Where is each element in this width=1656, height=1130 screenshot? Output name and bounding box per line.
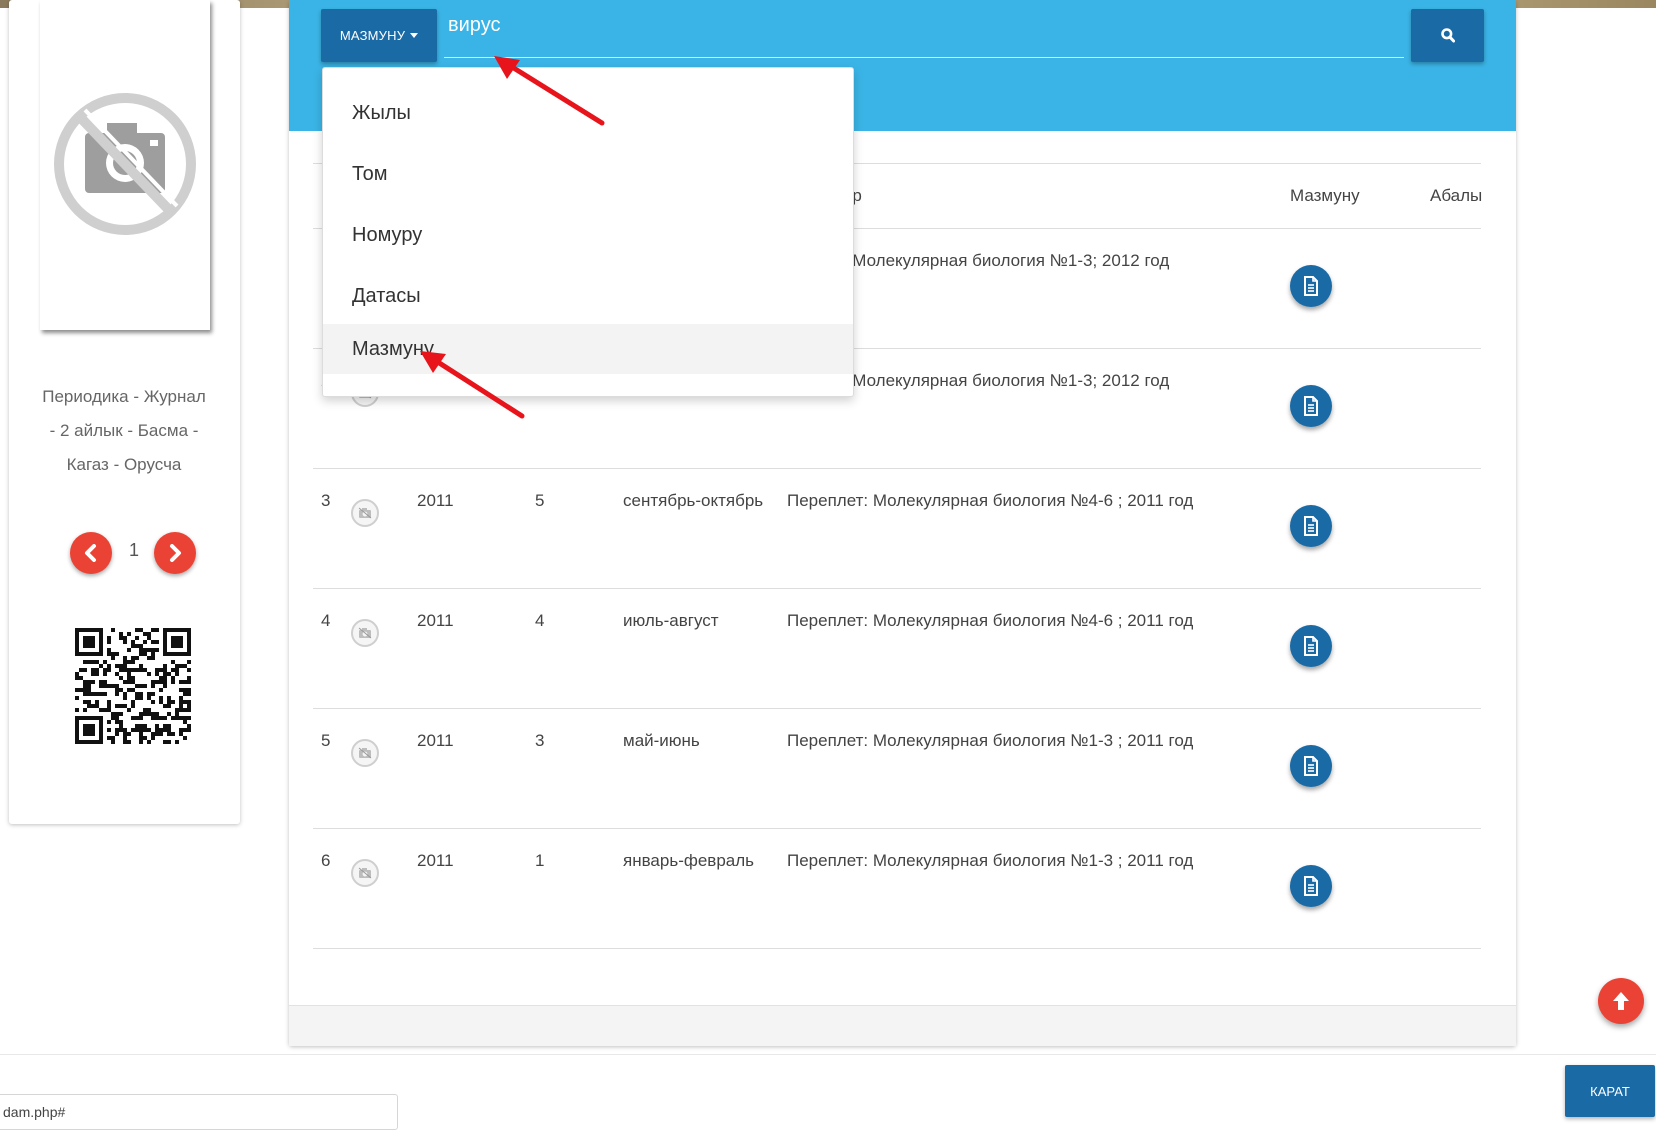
row-number: 3: [321, 491, 331, 510]
view-content-button[interactable]: [1290, 265, 1332, 307]
row-details: Переплет: Молекулярная биология №4-6 ; 2…: [787, 611, 1194, 630]
table-row: 4 2011 4 июль-август Переплет: Молекулярная …: [313, 589, 1481, 709]
header-content: Мазмуну: [1290, 186, 1360, 205]
qr-code-icon: [75, 628, 191, 749]
search-field-dropdown-button[interactable]: МАЗМУНУ: [321, 9, 437, 62]
row-year: 2011: [417, 851, 454, 870]
url-field[interactable]: dam.php#: [0, 1094, 398, 1130]
row-details: т: Молекулярная биология №1-3; 2012 год: [835, 251, 1170, 270]
menu-item-date[interactable]: Датасы: [323, 271, 853, 321]
no-image-icon: [351, 619, 379, 647]
row-date: май-июнь: [623, 731, 700, 750]
no-camera-icon: [54, 93, 196, 235]
row-date: сентябрь-октябрь: [623, 491, 764, 510]
row-year: 2011: [417, 731, 454, 750]
prev-page-button[interactable]: [70, 532, 112, 574]
chevron-right-icon: [170, 544, 181, 562]
header-status: Абалы: [1430, 186, 1483, 205]
item-cover: [40, 0, 210, 330]
menu-item-volume[interactable]: Том: [323, 149, 853, 199]
document-icon: [1304, 516, 1318, 536]
arrow-up-icon: [1613, 992, 1629, 1010]
caret-down-icon: [410, 32, 419, 38]
no-image-icon: [351, 499, 379, 527]
row-issue-number: 5: [535, 491, 545, 510]
row-details: Переплет: Молекулярная биология №1-3 ; 2…: [787, 851, 1194, 870]
item-description: Периодика - Журнал - 2 айлык - Басма - К…: [42, 387, 206, 474]
row-date: январь-февраль: [623, 851, 755, 870]
search-button[interactable]: [1411, 9, 1484, 62]
annotation-arrow-search: [494, 56, 605, 126]
row-details: т: Молекулярная биология №1-3; 2012 год: [835, 371, 1170, 390]
search-input[interactable]: [444, 8, 1404, 58]
pager: 1: [62, 532, 196, 576]
row-issue-number: 3: [535, 731, 545, 750]
table-row: 5 2011 3 май-июнь Переплет: Молекулярная био…: [313, 709, 1481, 829]
no-image-icon: [351, 739, 379, 767]
table-row: 6 2011 1 январь-февраль Переплет: Молекулярн…: [313, 829, 1481, 949]
row-number: 6: [321, 851, 331, 870]
row-number: 5: [321, 731, 331, 750]
panel-footer: [289, 1005, 1516, 1046]
scroll-to-top-button[interactable]: [1598, 978, 1644, 1024]
view-content-button[interactable]: [1290, 865, 1332, 907]
document-icon: [1304, 276, 1318, 296]
item-info-card: Периодика - Журнал - 2 айлык - Басма - К…: [9, 0, 240, 824]
view-content-button[interactable]: [1290, 625, 1332, 667]
row-number: 4: [321, 611, 331, 630]
document-icon: [1304, 756, 1318, 776]
row-date: июль-август: [623, 611, 719, 630]
row-details: Переплет: Молекулярная биология №1-3 ; 2…: [787, 731, 1194, 750]
row-year: 2011: [417, 611, 454, 630]
view-content-button[interactable]: [1290, 385, 1332, 427]
document-icon: [1304, 876, 1318, 896]
page-number: 1: [128, 540, 139, 560]
row-year: 2011: [417, 491, 454, 510]
row-issue-number: 4: [535, 611, 545, 630]
table-row: 3 2011 5 сентябрь-октябрь Переплет: Молекуля…: [313, 469, 1481, 589]
next-page-button[interactable]: [154, 532, 196, 574]
row-details: Переплет: Молекулярная биология №4-6 ; 2…: [787, 491, 1194, 510]
menu-item-content[interactable]: Мазмуну: [323, 324, 853, 374]
document-icon: [1304, 636, 1318, 656]
search-icon: [1440, 28, 1455, 43]
footer-divider: [0, 1054, 1656, 1055]
view-content-button[interactable]: [1290, 505, 1332, 547]
row-issue-number: 1: [535, 851, 545, 870]
document-icon: [1304, 396, 1318, 416]
chevron-left-icon: [85, 544, 96, 562]
view-content-button[interactable]: [1290, 745, 1332, 787]
no-image-icon: [351, 859, 379, 887]
annotation-arrow-content: [420, 351, 525, 419]
close-button[interactable]: КАРАТ: [1565, 1065, 1655, 1117]
menu-item-number[interactable]: Номуру: [323, 210, 853, 260]
filter-label: МАЗМУНУ: [339, 28, 406, 43]
